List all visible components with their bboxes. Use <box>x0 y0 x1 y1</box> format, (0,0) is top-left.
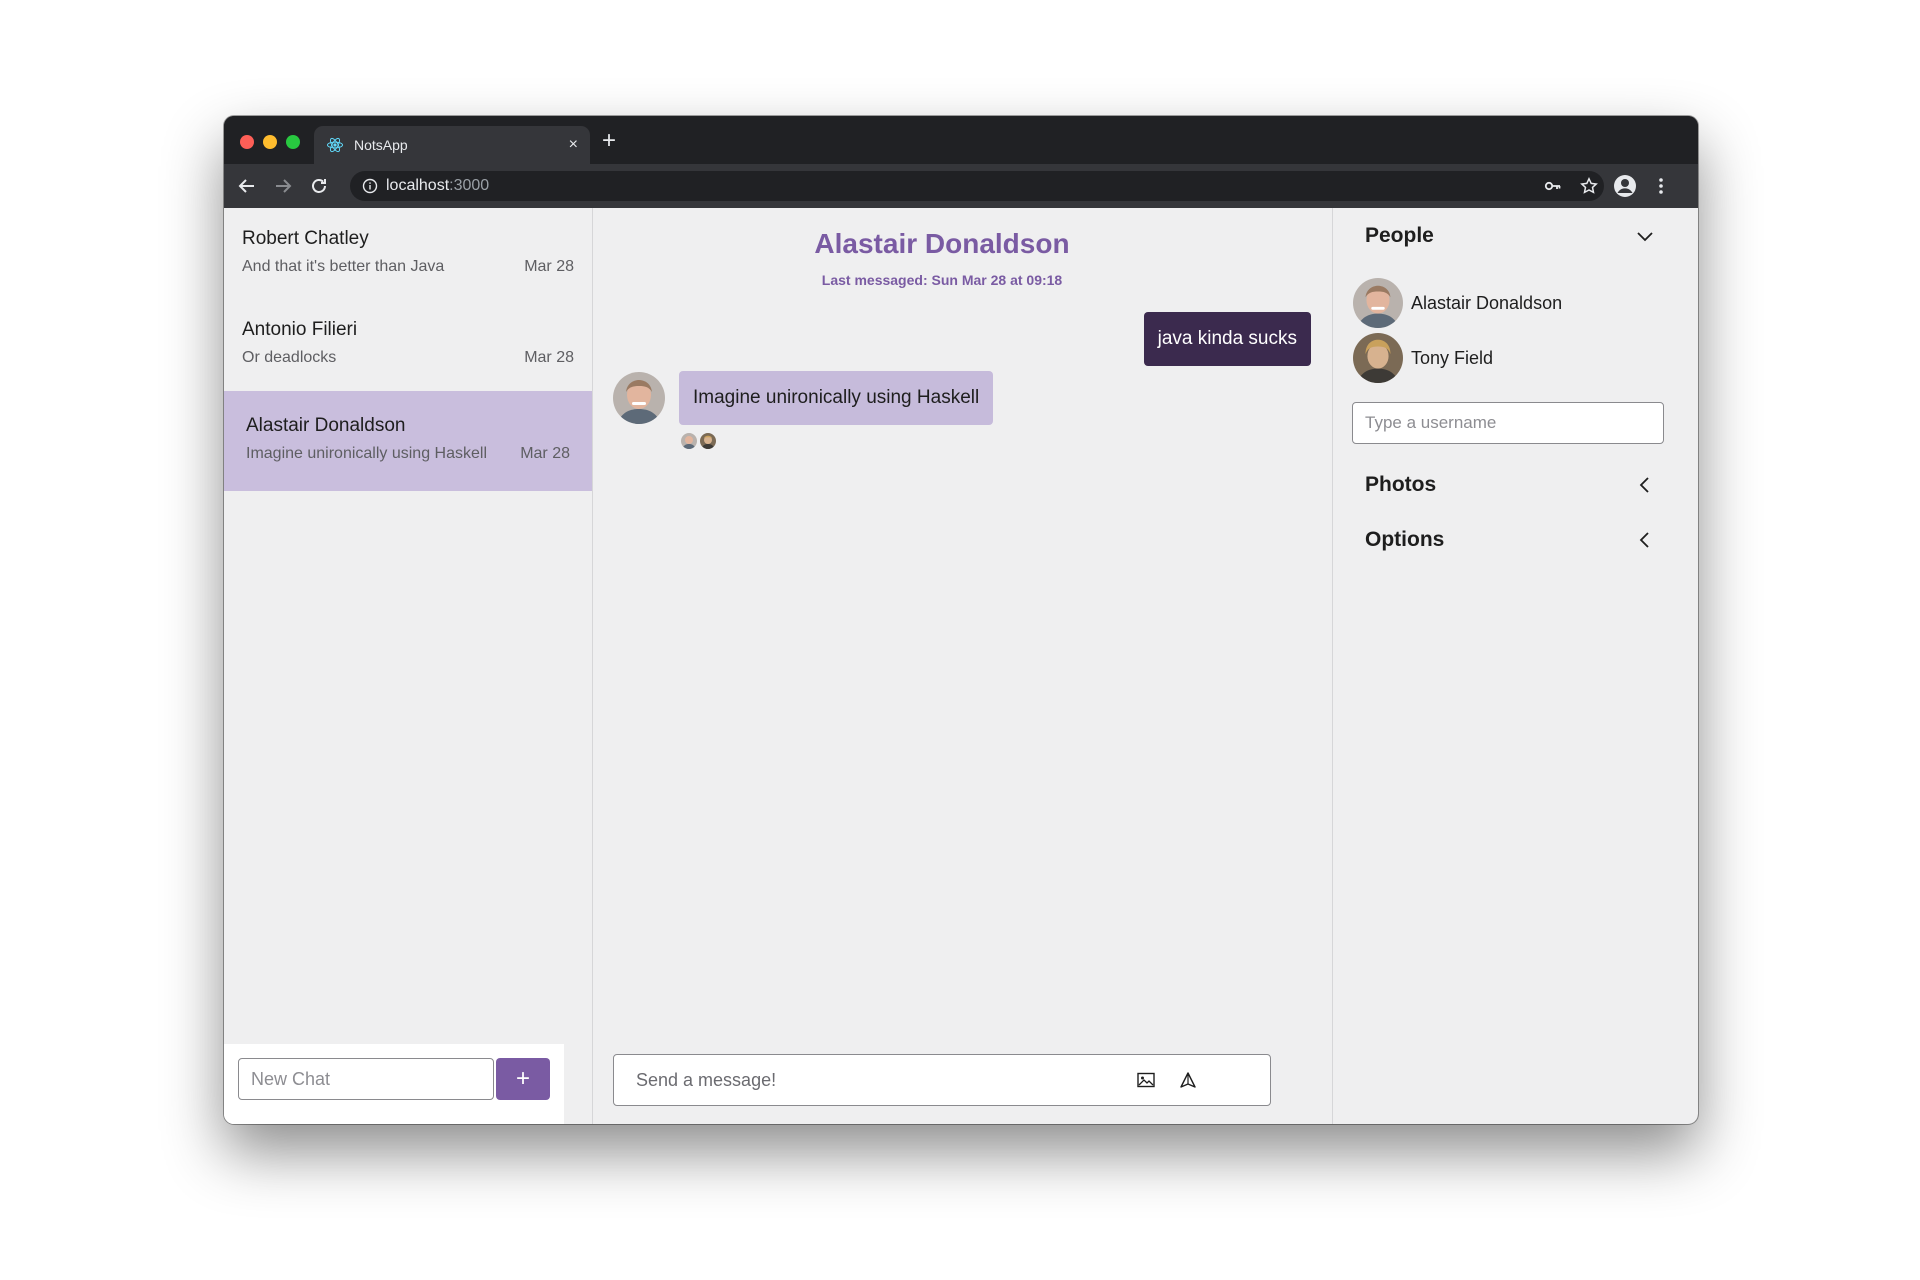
chat-name: Antonio Filieri <box>242 319 358 340</box>
tab-close-icon[interactable]: × <box>569 136 578 154</box>
new-tab-button[interactable]: + <box>602 128 616 154</box>
browser-toolbar: localhost:3000 <box>224 164 1698 208</box>
url-port: :3000 <box>449 177 490 194</box>
page-viewport: Robert Chatley And that it's better than… <box>224 208 1698 1124</box>
tab-title: NotsApp <box>354 137 408 153</box>
chat-list-panel: Robert Chatley And that it's better than… <box>224 208 593 1124</box>
chat-preview: And that it's better than Java <box>242 258 445 275</box>
chat-date: Mar 28 <box>524 258 574 275</box>
chevron-left-icon <box>1635 475 1655 495</box>
new-chat-form: + <box>224 1044 564 1124</box>
address-bar[interactable]: localhost:3000 <box>350 171 1604 201</box>
chat-preview: Or deadlocks <box>242 349 337 366</box>
incoming-message: Imagine unironically using Haskell <box>679 371 994 425</box>
person-alastair-donaldson[interactable]: Alastair Donaldson <box>1353 276 1673 330</box>
chevron-down-icon <box>1635 226 1655 246</box>
avatar <box>700 433 716 449</box>
last-messaged-label: Last messaged: Sun Mar 28 at 09:18 <box>821 272 1063 288</box>
send-icon[interactable] <box>1176 1068 1200 1092</box>
outgoing-message: java kinda sucks <box>1143 312 1311 366</box>
options-title: Options <box>1365 528 1445 551</box>
chevron-left-icon <box>1635 530 1655 550</box>
avatar <box>1353 333 1403 383</box>
site-info-icon[interactable] <box>362 178 378 194</box>
person-tony-field[interactable]: Tony Field <box>1353 331 1673 385</box>
chat-item-robert-chatley[interactable]: Robert Chatley And that it's better than… <box>224 208 592 300</box>
url-host: localhost <box>386 177 450 194</box>
browser-window: NotsApp × + localhost:3000 Robert Chatl… <box>224 116 1698 1124</box>
minimize-window-button[interactable] <box>263 135 277 149</box>
forward-icon[interactable] <box>270 173 296 199</box>
message-composer <box>613 1054 1271 1106</box>
chat-date: Mar 28 <box>524 349 574 366</box>
details-panel: People Alastair Donaldson Tony Field Typ… <box>1332 208 1698 1124</box>
person-name: Alastair Donaldson <box>1411 292 1563 313</box>
avatar <box>1353 278 1403 328</box>
person-name: Tony Field <box>1411 347 1494 368</box>
conversation-title: Alastair Donaldson <box>814 228 1070 259</box>
menu-dots-icon[interactable] <box>1648 173 1674 199</box>
photos-section-header[interactable]: Photos <box>1365 471 1665 501</box>
read-receipts <box>681 433 716 449</box>
tab-notsapp[interactable]: NotsApp × <box>314 126 590 164</box>
chat-name: Alastair Donaldson <box>246 415 406 436</box>
chat-name: Robert Chatley <box>242 228 369 249</box>
avatar <box>681 433 697 449</box>
image-icon[interactable] <box>1134 1068 1158 1092</box>
maximize-window-button[interactable] <box>286 135 300 149</box>
options-section-header[interactable]: Options <box>1365 526 1665 556</box>
chat-item-antonio-filieri[interactable]: Antonio Filieri Or deadlocks Mar 28 <box>224 299 592 391</box>
avatar[interactable] <box>613 372 665 424</box>
bookmark-star-icon[interactable] <box>1576 173 1602 199</box>
chat-date: Mar 28 <box>520 445 570 462</box>
presence-indicator <box>1354 278 1361 285</box>
photos-title: Photos <box>1365 473 1437 496</box>
profile-icon[interactable] <box>1612 173 1638 199</box>
people-title: People <box>1365 224 1434 247</box>
new-chat-input[interactable] <box>238 1058 494 1100</box>
presence-indicator <box>1354 333 1361 340</box>
people-section-header[interactable]: People <box>1365 222 1665 252</box>
conversation-panel: Alastair Donaldson Last messaged: Sun Ma… <box>593 208 1331 1124</box>
username-input[interactable] <box>1352 402 1664 444</box>
key-icon[interactable] <box>1540 173 1566 199</box>
message-input[interactable] <box>614 1055 1114 1105</box>
new-chat-button[interactable]: + <box>496 1058 550 1100</box>
react-icon <box>326 136 344 154</box>
back-icon[interactable] <box>234 173 260 199</box>
chat-preview: Imagine unironically using Haskell <box>246 445 488 462</box>
chat-item-alastair-donaldson[interactable]: Alastair Donaldson Imagine unironically … <box>224 391 592 491</box>
close-window-button[interactable] <box>240 135 254 149</box>
tab-strip: NotsApp × + <box>224 116 1698 164</box>
reload-icon[interactable] <box>306 173 332 199</box>
